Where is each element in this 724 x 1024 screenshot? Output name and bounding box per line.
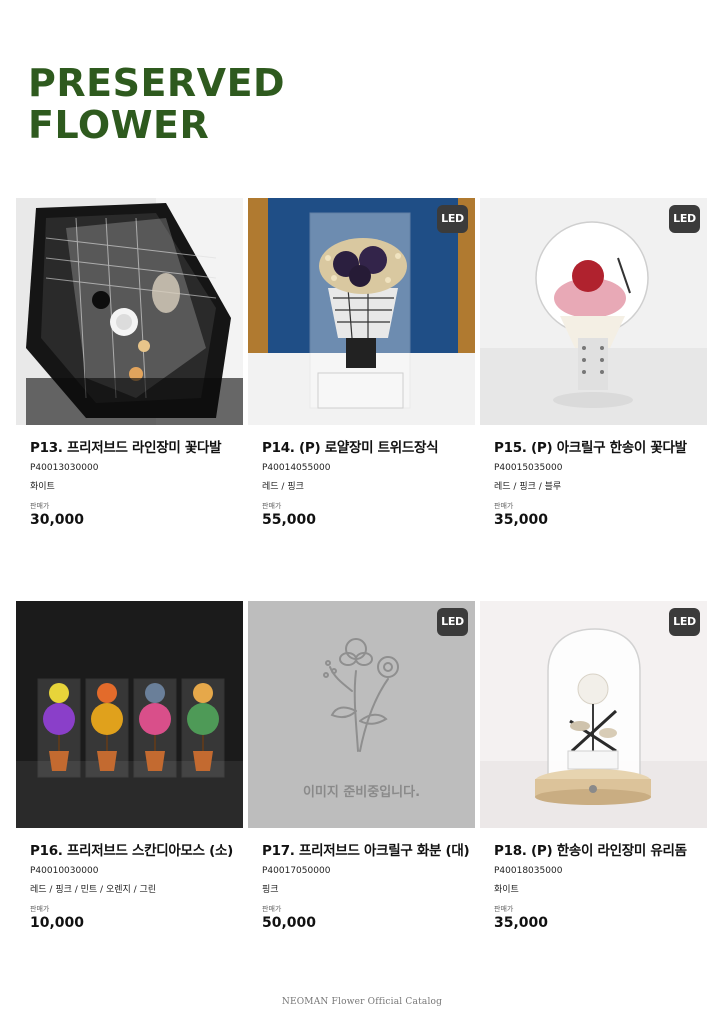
led-badge: LED [437, 205, 468, 233]
price-label: 판매가 [494, 905, 514, 913]
product-price: 30,000 [30, 512, 85, 528]
product-card[interactable]: 이미지 준비중입니다. LED P17. 프리저브드 아크릴구 화분 (대) P… [248, 601, 475, 931]
product-card[interactable]: LED P15. (P) 아크릴구 한송이 꽃다발 P40015035000 레… [480, 198, 707, 528]
product-card[interactable]: LED P18. (P) 한송이 라인장미 유리돔 P40018035000 화… [480, 601, 707, 931]
price-label: 판매가 [30, 502, 50, 510]
catalog-footer: NEOMAN Flower Official Catalog [281, 997, 443, 1007]
product-photo-placeholder[interactable]: 이미지 준비중입니다. LED [248, 601, 475, 828]
product-photo-tweed-rose[interactable]: LED [248, 198, 475, 425]
product-photo-glass-dome[interactable]: LED [480, 601, 707, 828]
product-card[interactable]: P13. 프리저브드 라인장미 꽃다발 P40013030000 화이트 판매가… [16, 198, 243, 528]
page-title: PRESERVED FLOWER [28, 62, 285, 146]
product-colors: 화이트 [494, 885, 519, 895]
price-label: 판매가 [262, 905, 282, 913]
product-photo-moss-pots[interactable] [16, 601, 243, 828]
product-colors: 레드 / 핑크 [262, 482, 304, 492]
placeholder-text: 이미지 준비중입니다. [302, 785, 421, 800]
product-colors: 핑크 [262, 885, 279, 895]
product-colors: 화이트 [30, 482, 55, 492]
title-line-1: PRESERVED [28, 61, 286, 105]
product-name[interactable]: P16. 프리저브드 스칸디아모스 (소) [30, 839, 243, 859]
product-name[interactable]: P14. (P) 로얄장미 트위드장식 [262, 436, 475, 456]
product-name[interactable]: P13. 프리저브드 라인장미 꽃다발 [30, 436, 243, 456]
product-code: P40014055000 [262, 463, 331, 473]
product-photo-bouquet[interactable] [16, 198, 243, 425]
product-colors: 레드 / 핑크 / 블루 [494, 482, 562, 492]
product-photo-acrylic-sphere[interactable]: LED [480, 198, 707, 425]
product-card[interactable]: LED P14. (P) 로얄장미 트위드장식 P40014055000 레드 … [248, 198, 475, 528]
price-label: 판매가 [262, 502, 282, 510]
product-price: 50,000 [262, 915, 317, 931]
product-name[interactable]: P17. 프리저브드 아크릴구 화분 (대) [262, 839, 475, 859]
product-price: 55,000 [262, 512, 317, 528]
product-code: P40010030000 [30, 866, 99, 876]
product-code: P40013030000 [30, 463, 99, 473]
price-label: 판매가 [494, 502, 514, 510]
led-badge: LED [437, 608, 468, 636]
led-badge: LED [669, 205, 700, 233]
product-name[interactable]: P18. (P) 한송이 라인장미 유리돔 [494, 839, 707, 859]
product-colors: 레드 / 핑크 / 민트 / 오렌지 / 그린 [30, 885, 157, 895]
price-label: 판매가 [30, 905, 50, 913]
product-price: 35,000 [494, 512, 549, 528]
product-code: P40017050000 [262, 866, 331, 876]
product-price: 35,000 [494, 915, 549, 931]
title-line-2: FLOWER [28, 103, 210, 147]
product-code: P40018035000 [494, 866, 563, 876]
product-code: P40015035000 [494, 463, 563, 473]
led-badge: LED [669, 608, 700, 636]
product-name[interactable]: P15. (P) 아크릴구 한송이 꽃다발 [494, 436, 707, 456]
product-card[interactable]: P16. 프리저브드 스칸디아모스 (소) P40010030000 레드 / … [16, 601, 243, 931]
product-price: 10,000 [30, 915, 85, 931]
